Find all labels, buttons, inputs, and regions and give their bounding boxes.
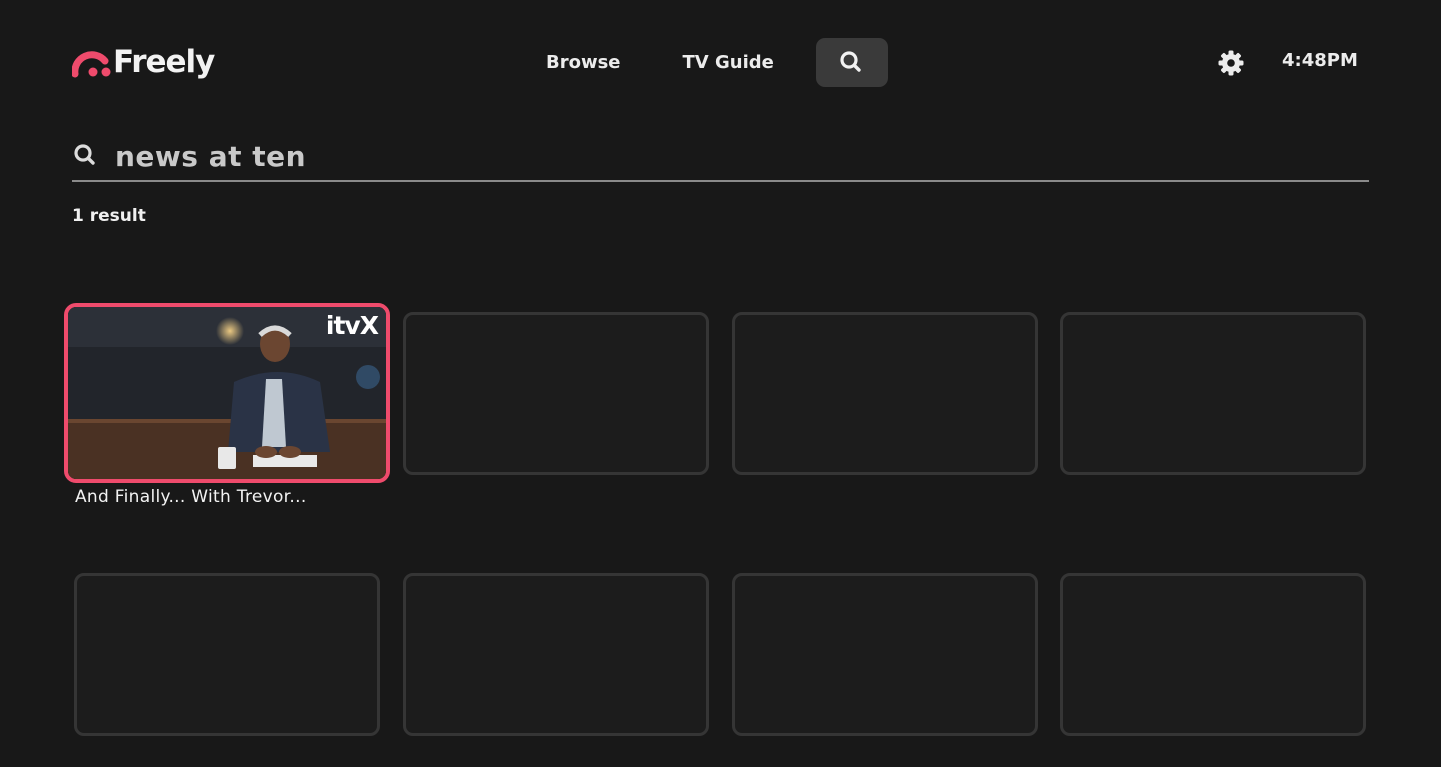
app-screen: Freely Browse TV Guide 4:48PM news at te… bbox=[0, 0, 1441, 767]
placeholder-tile bbox=[74, 573, 380, 736]
result-count: 1 result bbox=[72, 206, 146, 226]
freely-logo: Freely bbox=[72, 42, 215, 82]
itvx-badge: itvX bbox=[325, 311, 379, 340]
search-query-text: news at ten bbox=[115, 139, 307, 173]
search-input[interactable]: news at ten bbox=[72, 132, 1369, 182]
search-icon bbox=[74, 144, 95, 165]
result-title: And Finally... With Trevor... bbox=[75, 487, 307, 507]
placeholder-tile bbox=[403, 312, 709, 475]
placeholder-tile bbox=[732, 312, 1038, 475]
placeholder-tile bbox=[1060, 573, 1366, 736]
placeholder-tile bbox=[1060, 312, 1366, 475]
placeholder-tile bbox=[403, 573, 709, 736]
clock: 4:48PM bbox=[1282, 50, 1358, 71]
nav-tv-guide[interactable]: TV Guide bbox=[657, 38, 800, 87]
freely-logo-mark bbox=[72, 51, 111, 78]
nav-search-button[interactable] bbox=[815, 38, 888, 87]
gear-icon[interactable] bbox=[1217, 49, 1245, 77]
placeholder-tile bbox=[732, 573, 1038, 736]
freely-logo-text: Freely bbox=[113, 44, 215, 80]
nav-browse[interactable]: Browse bbox=[520, 38, 647, 87]
top-nav: Browse TV Guide bbox=[520, 38, 888, 87]
result-tile[interactable]: itvX bbox=[64, 303, 390, 483]
search-icon bbox=[840, 50, 861, 72]
